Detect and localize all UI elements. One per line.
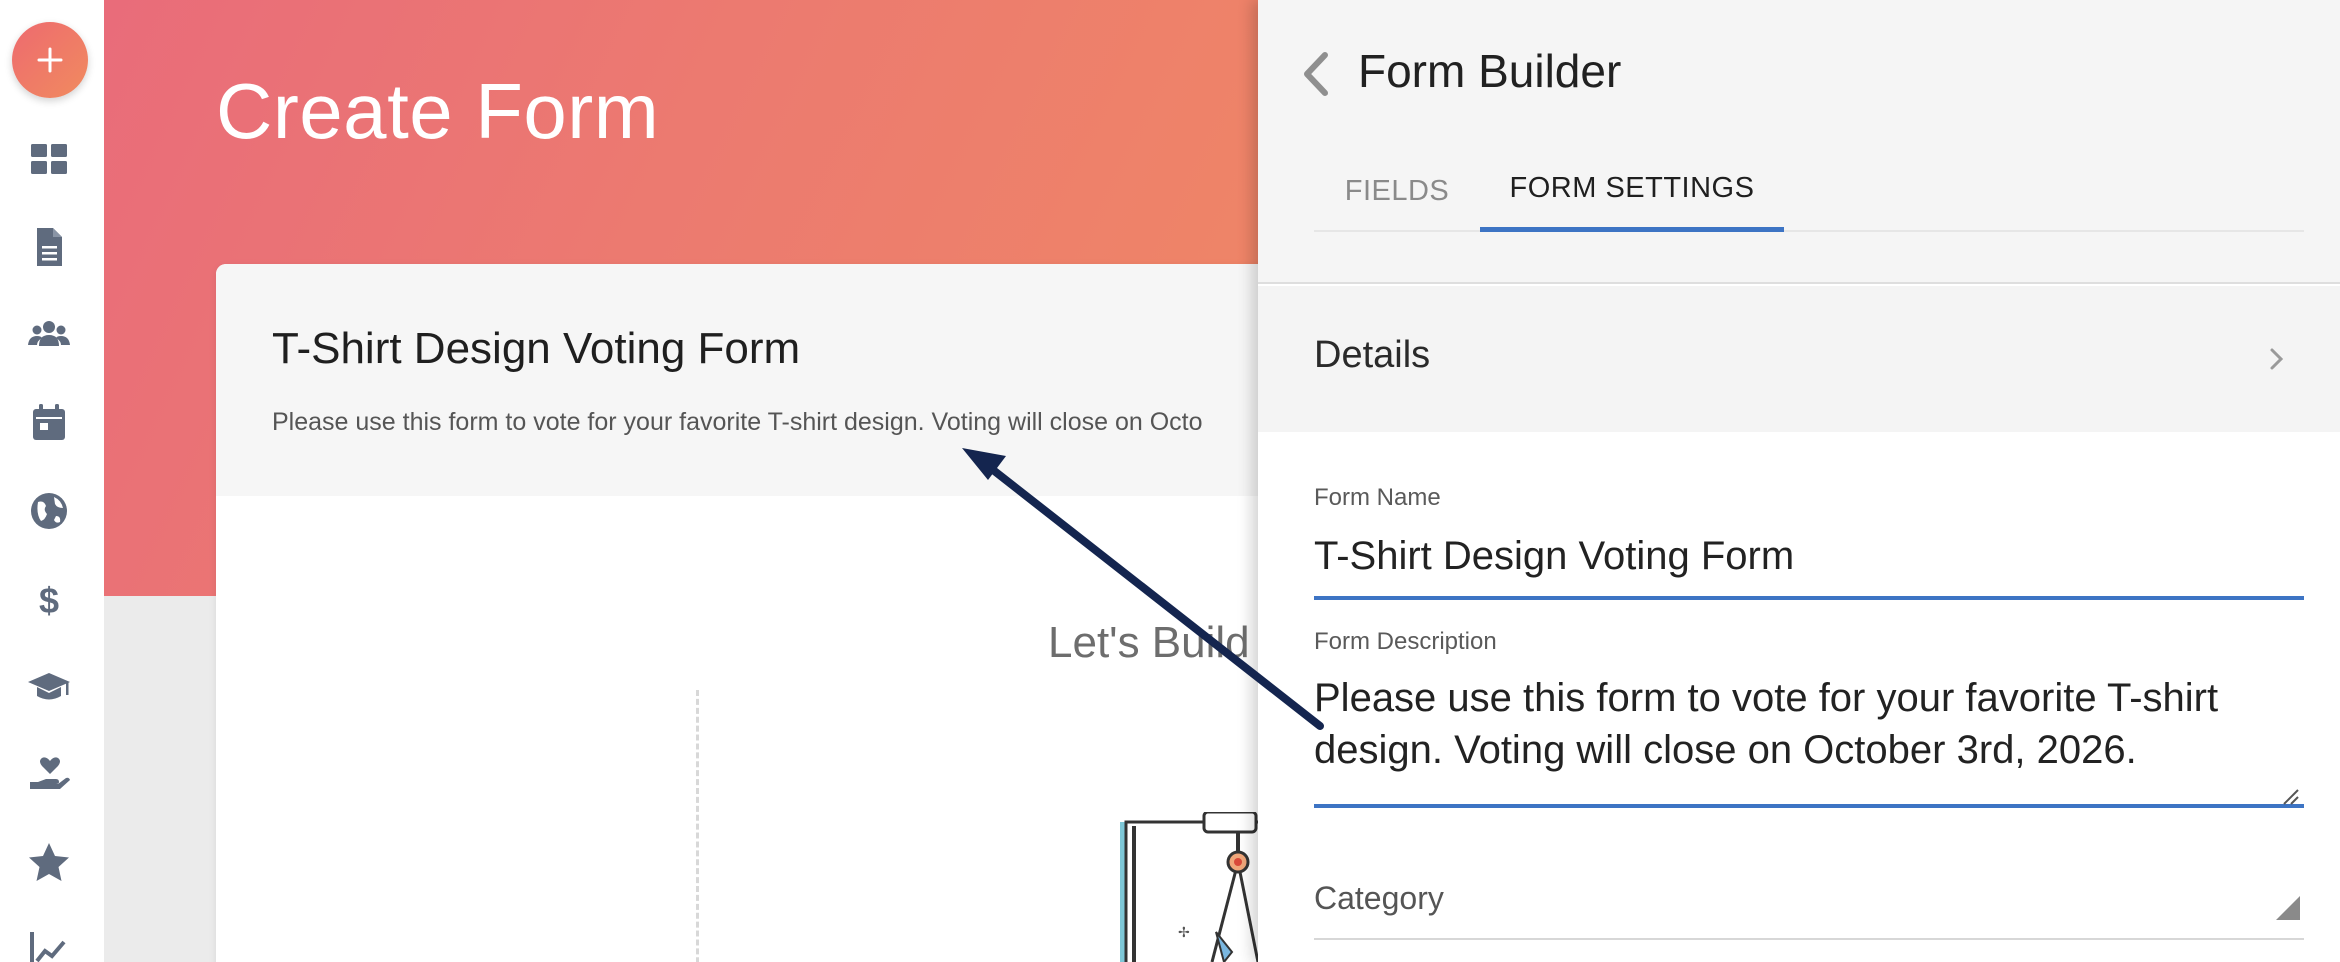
tab-form-settings[interactable]: FORM SETTINGS [1480,150,1784,232]
tab-fields[interactable]: FIELDS [1314,150,1480,232]
details-label: Details [1314,334,1431,376]
nav-donations[interactable] [20,746,78,804]
form-description-input[interactable]: Please use this form to vote for your fa… [1314,668,2304,808]
dollar-icon: $ [39,580,59,621]
form-name-label: Form Name [1314,484,1441,511]
nav-users[interactable] [20,306,78,364]
form-description-label: Form Description [1314,628,1497,655]
svg-text:✢: ✢ [1178,925,1190,941]
svg-text:$: $ [39,580,59,621]
create-button[interactable] [12,22,88,98]
form-builder-panel: Form Builder FIELDS FORM SETTINGS Detail… [1258,0,2340,962]
nav-favorites[interactable] [20,834,78,892]
details-section-toggle[interactable]: Details [1258,286,2340,432]
empty-state-heading: Let's Build [1048,618,1250,667]
dashboard-icon [31,144,67,174]
globe-icon [31,493,67,529]
nav-payments[interactable]: $ [20,570,78,628]
left-nav-rail: $ [0,0,104,962]
back-button[interactable] [1296,48,1336,100]
form-preview-description: Please use this form to vote for your fa… [272,408,1203,436]
form-preview-header: T-Shirt Design Voting Form Please use th… [216,264,1316,496]
calendar-icon [33,404,65,440]
heart-hand-icon [30,757,70,789]
form-name-input[interactable] [1314,524,2304,600]
dropdown-arrow-icon[interactable] [2274,894,2302,922]
nav-reports[interactable] [20,922,78,962]
divider [696,690,699,962]
nav-dashboard[interactable] [20,130,78,188]
graduation-cap-icon [28,673,70,700]
nav-education[interactable] [20,658,78,716]
category-select-underline [1314,938,2304,940]
chevron-left-icon [1304,52,1328,96]
panel-title: Form Builder [1358,45,1622,97]
app-root: $ Create Form T-Shirt Design Voting Form… [0,0,2340,962]
plus-icon [37,47,63,73]
page-title: Create Form [216,67,660,155]
nav-calendar[interactable] [20,394,78,452]
form-preview-title: T-Shirt Design Voting Form [272,324,801,373]
blueprint-illustration: ✢ [1120,812,1268,962]
form-builder-header: Form Builder FIELDS FORM SETTINGS [1258,0,2340,284]
document-icon [37,228,62,266]
chart-icon [30,932,66,962]
star-icon [29,843,69,881]
nav-documents[interactable] [20,218,78,276]
resize-grip-icon[interactable] [2278,786,2300,806]
form-preview-card: T-Shirt Design Voting Form Please use th… [216,264,1316,962]
users-icon [28,321,70,346]
chevron-right-icon [2270,348,2284,370]
nav-globe[interactable] [20,482,78,540]
category-select-label[interactable]: Category [1314,880,1444,917]
builder-tabs: FIELDS FORM SETTINGS [1314,150,2304,232]
